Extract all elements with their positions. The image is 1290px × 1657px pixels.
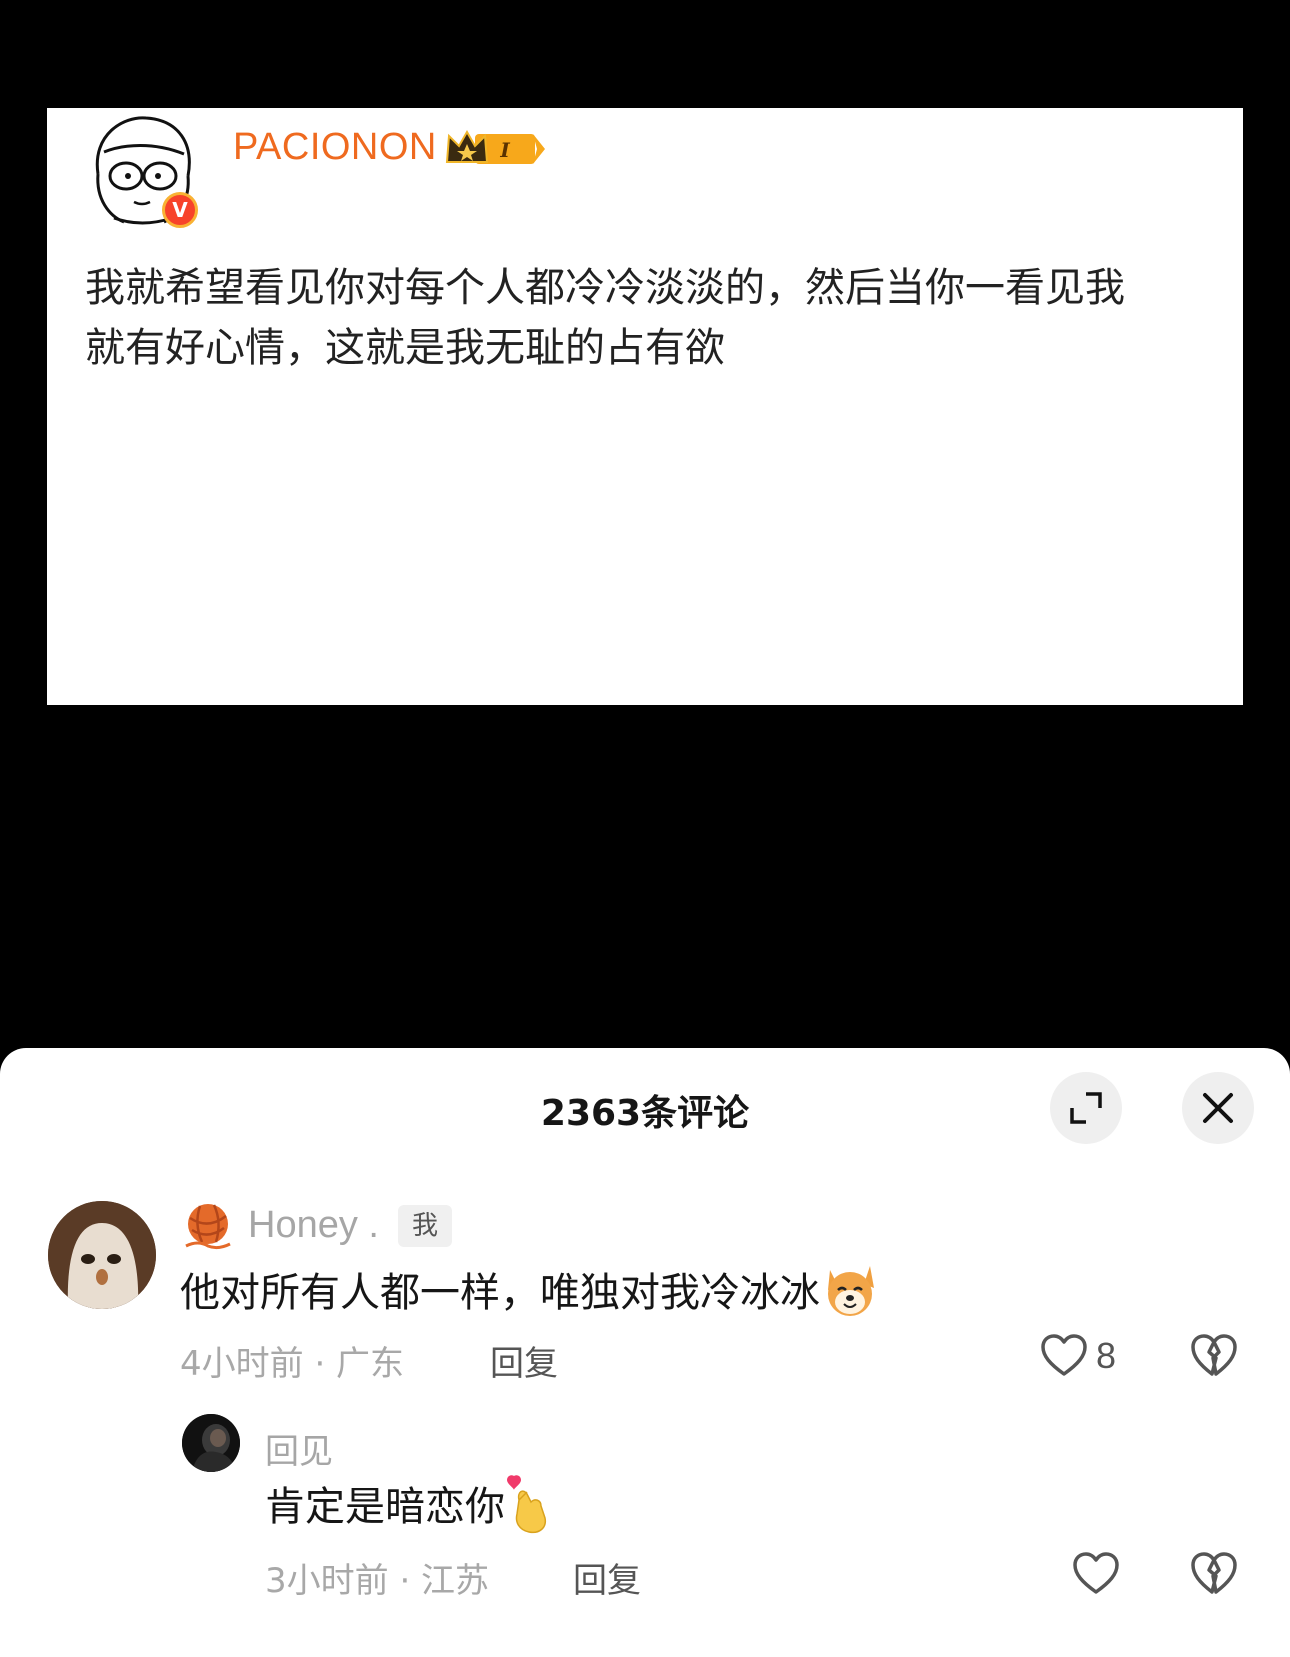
like-button[interactable] [1072,1552,1120,1596]
heart-icon [1073,1552,1119,1594]
comment-meta: 4小时前 · 广东 [180,1344,405,1384]
like-count: 8 [1096,1335,1117,1376]
heart-icon [1041,1334,1087,1376]
comment-text-content: 他对所有人都一样，唯独对我冷冰冰 [180,1270,820,1316]
me-badge: 我 [398,1205,453,1247]
level-badge-label: I [499,138,510,162]
reply-commenter-name[interactable]: 回见 [265,1424,333,1473]
reply-text-content: 肯定是暗恋你 [265,1484,505,1530]
dog-face-emoji-icon [820,1260,880,1330]
expand-button[interactable] [1050,1072,1122,1144]
reply-text: 肯定是暗恋你 [265,1474,549,1544]
post-text: 我就希望看见你对每个人都冷冷淡淡的，然后当你一看见我就有好心情，这就是我无耻的占… [85,265,1125,371]
reply-button[interactable]: 回复 [490,1336,558,1385]
post-card: V PACIONON I 我就希望看见你对每个人都冷冷淡淡的，然后当你一看见我就… [47,108,1243,705]
broken-heart-icon [1191,1334,1237,1376]
comment-sheet: 2363条评论 Honey . 我 他对所有人都一样，唯独对我冷冰冰 4小时前 … [0,1048,1290,1657]
yarn-ball-icon [182,1200,234,1252]
close-icon [1203,1093,1233,1123]
comment-text: 他对所有人都一样，唯独对我冷冰冰 [180,1260,880,1330]
like-button[interactable]: 8 [1040,1334,1116,1378]
dislike-button[interactable] [1190,1334,1238,1382]
commenter-name[interactable]: Honey . [248,1204,379,1247]
finger-heart-emoji-icon [505,1474,549,1544]
close-button[interactable] [1182,1072,1254,1144]
verified-badge: V [162,192,198,228]
reply-meta: 3小时前 · 江苏 [265,1561,490,1601]
reply-avatar[interactable] [182,1414,240,1472]
crown-level-badge: I [445,128,549,170]
expand-icon [1070,1092,1102,1124]
dislike-button[interactable] [1190,1552,1238,1600]
commenter-avatar[interactable] [48,1201,156,1309]
author-name[interactable]: PACIONON [233,126,437,169]
broken-heart-icon [1191,1552,1237,1594]
reply-button[interactable]: 回复 [573,1553,641,1602]
